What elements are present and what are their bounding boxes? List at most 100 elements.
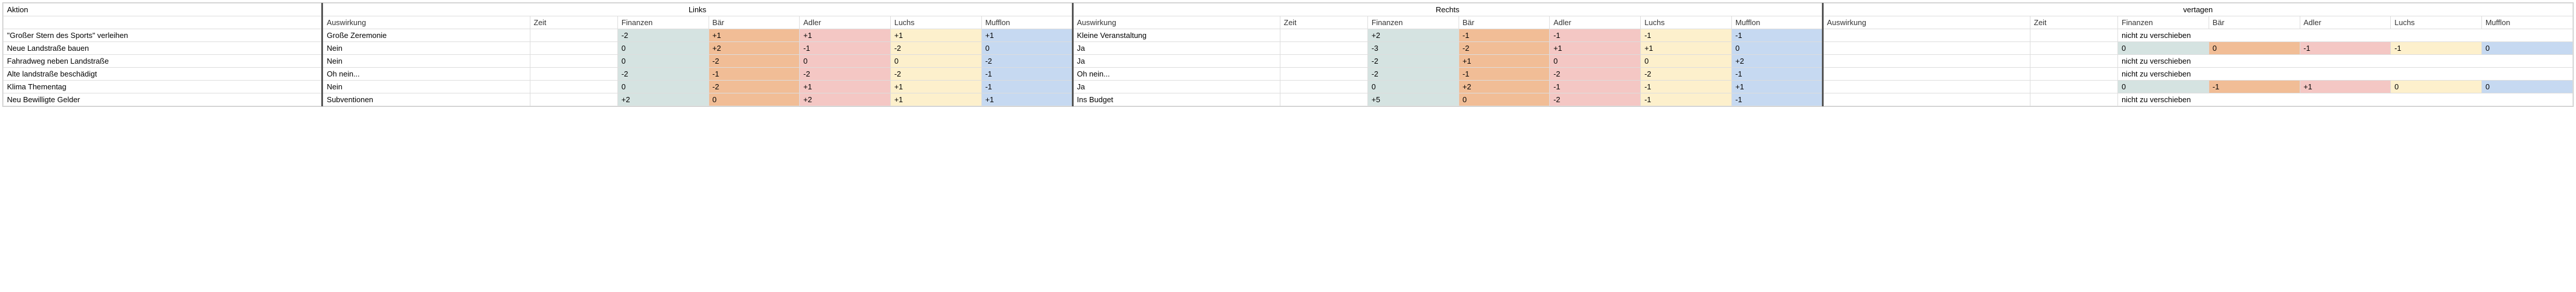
cell: +1 — [1731, 81, 1822, 93]
cell: +2 — [709, 42, 800, 55]
header-mufflon-v: Mufflon — [2481, 16, 2572, 29]
table-row: Klima ThementagNein0-2+1+1-1Ja0+2-1-1+10… — [4, 81, 2573, 93]
cell: +1 — [800, 29, 891, 42]
table-row: Neue Landstraße bauenNein0+2-1-20Ja-3-2+… — [4, 42, 2573, 55]
cell: 0 — [1731, 42, 1822, 55]
not-deferrable-cell: nicht zu verschieben — [2118, 68, 2573, 81]
cell: +2 — [800, 93, 891, 106]
not-deferrable-cell: nicht zu verschieben — [2118, 29, 2573, 42]
header-zeit-v: Zeit — [2030, 16, 2117, 29]
cell: +1 — [1550, 42, 1641, 55]
header-adler-v: Adler — [2300, 16, 2391, 29]
cell: +1 — [981, 29, 1072, 42]
cell: +1 — [800, 81, 891, 93]
cell — [2030, 29, 2117, 42]
cell — [530, 68, 617, 81]
header-luchs-l: Luchs — [890, 16, 981, 29]
header-vertagen: vertagen — [1822, 4, 2572, 16]
header-adler-r: Adler — [1550, 16, 1641, 29]
header-baer-l: Bär — [709, 16, 800, 29]
cell: Fahradweg neben Landstraße — [4, 55, 322, 68]
cell: -1 — [2391, 42, 2482, 55]
cell: -1 — [1731, 68, 1822, 81]
cell: -1 — [709, 68, 800, 81]
cell: -1 — [1641, 81, 1732, 93]
cell — [2030, 68, 2117, 81]
cell — [1280, 29, 1367, 42]
cell: 0 — [1459, 93, 1550, 106]
cell: 0 — [709, 93, 800, 106]
cell: +2 — [617, 93, 709, 106]
cell: -2 — [981, 55, 1072, 68]
cell: +1 — [890, 29, 981, 42]
cell: 0 — [1550, 55, 1641, 68]
table-wrapper: Aktion Links Rechts vertagen Auswirkung … — [2, 2, 2574, 107]
cell: Neu Bewilligte Gelder — [4, 93, 322, 106]
cell: -2 — [617, 68, 709, 81]
cell: -1 — [981, 81, 1072, 93]
cell: 0 — [2118, 81, 2209, 93]
header-finanzen-r: Finanzen — [1368, 16, 1459, 29]
cell — [1280, 42, 1367, 55]
cell: 0 — [2209, 42, 2300, 55]
header-mufflon-r: Mufflon — [1731, 16, 1822, 29]
cell — [1822, 93, 2030, 106]
cell — [530, 93, 617, 106]
cell — [530, 42, 617, 55]
header-zeit-r: Zeit — [1280, 16, 1367, 29]
table-row: "Großer Stern des Sports" verleihenGroße… — [4, 29, 2573, 42]
cell — [530, 55, 617, 68]
cell: +1 — [1459, 55, 1550, 68]
cell: +2 — [1731, 55, 1822, 68]
cell: 0 — [1368, 81, 1459, 93]
cell: Neue Landstraße bauen — [4, 42, 322, 55]
cell: -3 — [1368, 42, 1459, 55]
header-baer-v: Bär — [2209, 16, 2300, 29]
data-table: Aktion Links Rechts vertagen Auswirkung … — [3, 3, 2573, 106]
cell: 0 — [617, 42, 709, 55]
cell: Nein — [322, 81, 530, 93]
cell: -1 — [800, 42, 891, 55]
cell: -2 — [1459, 42, 1550, 55]
cell — [2030, 42, 2117, 55]
cell — [530, 29, 617, 42]
header-blank — [4, 16, 322, 29]
header-finanzen-l: Finanzen — [617, 16, 709, 29]
cell: 0 — [2118, 42, 2209, 55]
header-finanzen-v: Finanzen — [2118, 16, 2209, 29]
cell: Subventionen — [322, 93, 530, 106]
cell: +1 — [890, 81, 981, 93]
cell — [2030, 93, 2117, 106]
header-auswirkung-v: Auswirkung — [1822, 16, 2030, 29]
cell: 0 — [2391, 81, 2482, 93]
cell — [1822, 29, 2030, 42]
header-mufflon-l: Mufflon — [981, 16, 1072, 29]
cell: Nein — [322, 55, 530, 68]
cell: Kleine Veranstaltung — [1072, 29, 1280, 42]
cell — [1822, 81, 2030, 93]
cell: 0 — [890, 55, 981, 68]
cell: 0 — [800, 55, 891, 68]
header-links: Links — [322, 4, 1072, 16]
cell: -2 — [1550, 93, 1641, 106]
cell: -1 — [1641, 29, 1732, 42]
cell — [1280, 55, 1367, 68]
header-adler-l: Adler — [800, 16, 891, 29]
cell: Alte landstraße beschädigt — [4, 68, 322, 81]
cell — [1822, 42, 2030, 55]
table-row: Alte landstraße beschädigtOh nein...-2-1… — [4, 68, 2573, 81]
cell: -1 — [1731, 93, 1822, 106]
header-zeit-l: Zeit — [530, 16, 617, 29]
cell: -2 — [890, 68, 981, 81]
table-row: Fahradweg neben LandstraßeNein0-200-2Ja-… — [4, 55, 2573, 68]
cell — [1280, 68, 1367, 81]
cell: -2 — [709, 55, 800, 68]
cell: -1 — [1550, 29, 1641, 42]
not-deferrable-cell: nicht zu verschieben — [2118, 55, 2573, 68]
cell — [2030, 81, 2117, 93]
cell: -1 — [1459, 29, 1550, 42]
cell — [1822, 68, 2030, 81]
cell: +1 — [981, 93, 1072, 106]
header-auswirkung-l: Auswirkung — [322, 16, 530, 29]
cell: -1 — [2300, 42, 2391, 55]
